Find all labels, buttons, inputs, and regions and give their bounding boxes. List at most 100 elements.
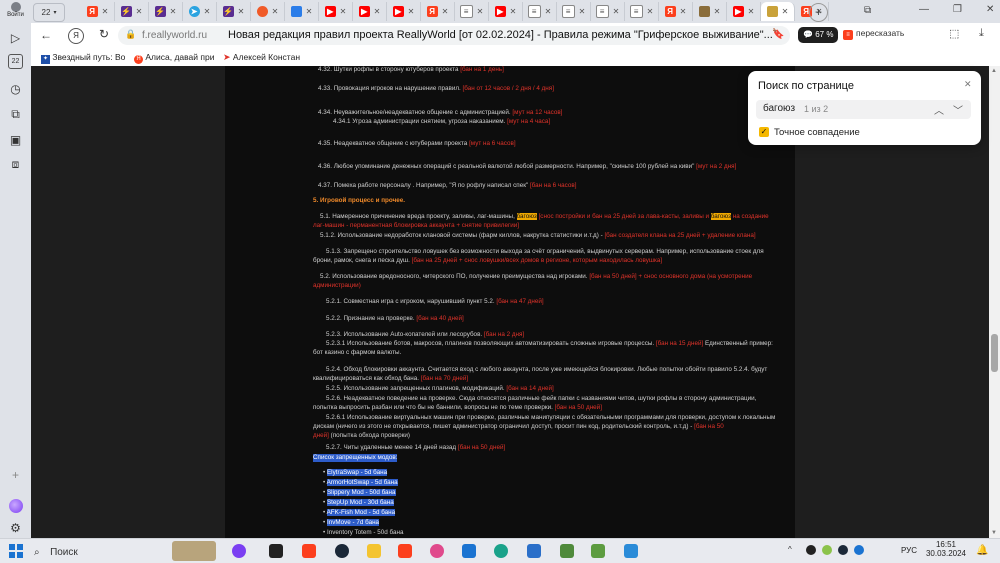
tab-doc[interactable]: ≡ ✕	[455, 2, 489, 21]
close-icon[interactable]: ✕	[477, 7, 484, 16]
page-scrollbar[interactable]: ▲ ▼	[989, 66, 1000, 538]
reload-icon[interactable]: ↻	[99, 27, 109, 41]
tab-youtube-5[interactable]: ▶ ✕	[727, 2, 761, 21]
notifications-icon[interactable]: 🔔	[976, 545, 988, 556]
windows-start-icon[interactable]	[9, 544, 23, 558]
url-field[interactable]: 🔒 f.reallyworld.ru Новая редакция правил…	[118, 26, 790, 45]
settings-icon[interactable]: ⚙	[6, 518, 25, 537]
tab-doc-2[interactable]: ≡ ✕	[523, 2, 557, 21]
alice-icon[interactable]	[6, 496, 25, 515]
tab-blue[interactable]: ✕	[285, 2, 319, 21]
retell-button[interactable]: ≡ пересказать	[843, 28, 904, 40]
tray-cloud-icon[interactable]	[854, 545, 864, 555]
yandex-taskbar-icon[interactable]	[302, 544, 316, 558]
close-icon[interactable]: ✕	[306, 7, 313, 16]
tab-yandex-3[interactable]: Я ✕	[659, 2, 693, 21]
chevron-up-icon[interactable]: ︿	[934, 102, 944, 117]
tab-yandex-2[interactable]: Я ✕	[421, 2, 455, 21]
close-icon[interactable]: ✕	[714, 7, 721, 16]
tab-telegram[interactable]: ➤ ✕	[183, 2, 217, 21]
find-input[interactable]: багоюз 1 из 2 ︿ ﹀	[756, 100, 971, 119]
tab-active-reallyworld[interactable]: ✕	[761, 2, 795, 21]
folder-icon[interactable]	[367, 544, 381, 558]
yandex-music-icon[interactable]	[269, 544, 283, 558]
discord-icon[interactable]	[430, 544, 444, 558]
tray-steam-icon[interactable]	[838, 545, 848, 555]
close-icon[interactable]: ✕	[136, 7, 143, 16]
tab-youtube-4[interactable]: ▶ ✕	[489, 2, 523, 21]
close-icon[interactable]: ✕	[272, 7, 279, 16]
tab-youtube-3[interactable]: ▶ ✕	[387, 2, 421, 21]
minecraft-icon[interactable]	[560, 544, 574, 558]
close-icon[interactable]: ✕	[374, 7, 381, 16]
clock[interactable]: 16:51 30.03.2024	[925, 540, 967, 558]
store-icon[interactable]	[527, 544, 541, 558]
profile-button[interactable]: Войти	[4, 2, 27, 22]
scrollbar-thumb[interactable]	[991, 334, 998, 372]
close-icon[interactable]: ✕	[510, 7, 517, 16]
close-icon[interactable]: ✕	[613, 7, 620, 16]
collections-icon[interactable]: ⧈	[6, 155, 25, 174]
tab-youtube[interactable]: ▶ ✕	[319, 2, 353, 21]
edge-icon[interactable]	[494, 544, 508, 558]
badge-counter[interactable]: 22	[8, 54, 23, 69]
close-icon[interactable]: ✕	[647, 7, 654, 16]
download-icon[interactable]: ⤓	[979, 27, 984, 40]
scroll-up-icon[interactable]: ▲	[991, 68, 997, 74]
tab-lightning-3[interactable]: ⚡ ✕	[217, 2, 251, 21]
tab-lightning[interactable]: ⚡ ✕	[115, 2, 149, 21]
close-icon[interactable]: ✕	[170, 7, 177, 16]
add-icon[interactable]: +	[6, 465, 25, 484]
tab-doc-5[interactable]: ≡ ✕	[625, 2, 659, 21]
mail-icon[interactable]	[462, 544, 476, 558]
chevron-down-icon[interactable]: ﹀	[953, 102, 963, 117]
yandex-browser-icon[interactable]	[398, 544, 412, 558]
close-icon[interactable]: ✕	[579, 7, 586, 16]
bookmark-icon[interactable]: 🔖	[772, 29, 784, 40]
scroll-down-icon[interactable]: ▼	[991, 530, 997, 536]
tray-app-icon[interactable]	[806, 545, 816, 555]
tab-doc-3[interactable]: ≡ ✕	[557, 2, 591, 21]
extensions-icon[interactable]: ⬚	[949, 27, 959, 40]
maximize-button[interactable]: ❐	[953, 4, 962, 15]
minimize-button[interactable]: —	[919, 4, 929, 15]
close-icon[interactable]: ✕	[680, 7, 687, 16]
new-tab-button[interactable]: +	[809, 3, 828, 22]
lang-indicator[interactable]: РУС	[901, 546, 917, 555]
tab-lightning-2[interactable]: ⚡ ✕	[149, 2, 183, 21]
alice-taskbar-icon[interactable]	[232, 544, 246, 558]
play-icon[interactable]: ▷	[6, 28, 25, 47]
tab-orange[interactable]: ✕	[251, 2, 285, 21]
close-icon[interactable]: ✕	[442, 7, 449, 16]
tab-youtube-2[interactable]: ▶ ✕	[353, 2, 387, 21]
gallery-icon[interactable]: ▣	[6, 130, 25, 149]
screenshot-icon[interactable]: ⧉	[6, 105, 25, 124]
tray-shield-icon[interactable]	[822, 545, 832, 555]
close-window-button[interactable]: ✕	[986, 4, 994, 15]
close-icon[interactable]: ✕	[238, 7, 245, 16]
yandex-home-icon[interactable]: Я	[68, 28, 84, 44]
close-icon[interactable]: ✕	[545, 7, 552, 16]
exact-match-checkbox[interactable]: ✓	[759, 127, 769, 137]
close-icon[interactable]: ✕	[102, 7, 109, 16]
close-icon[interactable]: ✕	[964, 79, 972, 90]
tab-game[interactable]: ✕	[693, 2, 727, 21]
close-icon[interactable]: ✕	[340, 7, 347, 16]
close-icon[interactable]: ✕	[408, 7, 415, 16]
minecraft-launcher-icon[interactable]	[591, 544, 605, 558]
tab-counter[interactable]: 22 ▾	[33, 3, 65, 22]
tab-doc-4[interactable]: ≡ ✕	[591, 2, 625, 21]
tab-yandex[interactable]: Я ✕	[81, 2, 115, 21]
chevron-up-icon[interactable]: ^	[788, 545, 792, 554]
back-icon[interactable]: ←	[40, 28, 52, 42]
close-icon[interactable]: ✕	[782, 7, 789, 16]
bookmark-item[interactable]: ➤ Алексей Констан	[223, 52, 307, 63]
bookmark-item[interactable]: Я Алиса, давай при	[134, 52, 218, 64]
close-icon[interactable]: ✕	[748, 7, 755, 16]
steam-icon[interactable]	[335, 544, 349, 558]
history-icon[interactable]: ◷	[6, 79, 25, 98]
chat-badge[interactable]: 💬 67 %	[798, 27, 839, 43]
tabs-menu-icon[interactable]: ⧉	[864, 5, 871, 16]
photos-icon[interactable]	[624, 544, 638, 558]
close-icon[interactable]: ✕	[204, 7, 211, 16]
